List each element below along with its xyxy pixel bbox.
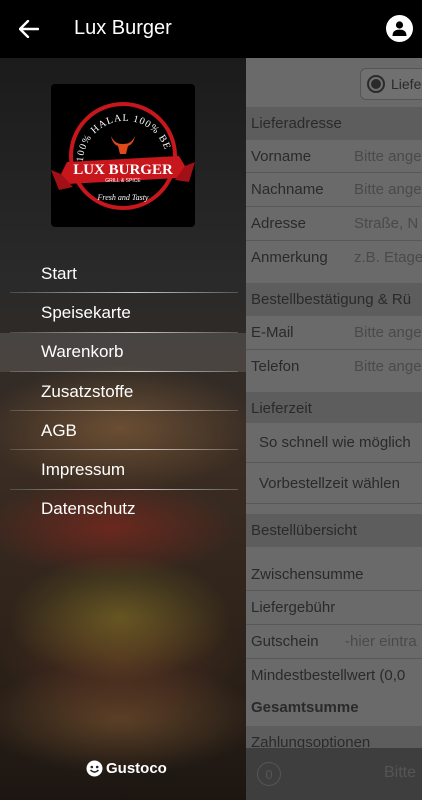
- menu-item-impressum[interactable]: Impressum: [0, 450, 246, 490]
- menu-item-warenkorb[interactable]: Warenkorb: [0, 332, 246, 372]
- lastname-field[interactable]: Nachname Bitte ange: [246, 173, 422, 206]
- bottom-order-bar[interactable]: 0 Bitte: [246, 748, 422, 800]
- voucher-label: Gutschein: [251, 633, 319, 650]
- navigation-drawer: 100% HALAL 100% BEEF LUX BURGER GRILL & …: [0, 58, 246, 800]
- subtotal-row: Zwischensumme: [246, 558, 422, 591]
- minimum-order-label: Mindestbestellwert (0,0: [251, 667, 406, 684]
- lux-burger-logo: 100% HALAL 100% BEEF LUX BURGER GRILL & …: [47, 76, 195, 210]
- minimum-order-row: Mindestbestellwert (0,0: [246, 659, 422, 692]
- drawer-menu: Start Speisekarte Warenkorb Zusatzstoffe…: [0, 254, 246, 529]
- field-label: Nachname: [251, 181, 324, 198]
- account-button[interactable]: [386, 15, 413, 42]
- field-label: Telefon: [251, 358, 300, 375]
- menu-item-datenschutz[interactable]: Datenschutz: [0, 490, 246, 529]
- total-label: Gesamtsumme: [251, 699, 359, 716]
- field-label: Anmerkung: [251, 249, 328, 266]
- svg-text:100% HALAL 100% BEEF: 100% HALAL 100% BEEF: [51, 84, 173, 162]
- back-button[interactable]: [14, 14, 44, 44]
- voucher-field[interactable]: Gutschein -hier eintra: [246, 625, 422, 658]
- checkout-form-dimmed: Liefe Lieferadresse Vorname Bitte ange N…: [246, 58, 422, 800]
- logo-sub: GRILL & SPICE: [105, 178, 141, 184]
- field-placeholder: Straße, N: [354, 215, 419, 232]
- section-title: Lieferzeit: [251, 400, 312, 417]
- address-field[interactable]: Adresse Straße, N: [246, 207, 422, 240]
- section-title: Bestellübersicht: [251, 522, 357, 539]
- menu-item-start[interactable]: Start: [0, 254, 246, 294]
- menu-item-label: AGB: [41, 420, 77, 440]
- menu-item-label: Zusatzstoffe: [41, 381, 134, 401]
- delivery-fee-row: Liefergebühr: [246, 591, 422, 624]
- app-title: Lux Burger: [74, 17, 172, 39]
- field-placeholder: Bitte ange: [354, 324, 422, 341]
- account-icon: [392, 21, 407, 36]
- gustoco-logo-icon: [86, 760, 103, 777]
- menu-item-label: Datenschutz: [41, 499, 136, 519]
- logo-tagline: Fresh and Tasty: [97, 193, 149, 202]
- note-field[interactable]: Anmerkung z.B. Etage: [246, 241, 422, 274]
- time-option-asap[interactable]: So schnell wie möglich: [246, 423, 422, 463]
- firstname-field[interactable]: Vorname Bitte ange: [246, 140, 422, 173]
- cart-count-badge: 0: [257, 762, 281, 786]
- field-label: Vorname: [251, 148, 312, 165]
- time-option-preorder[interactable]: Vorbestellzeit wählen: [246, 464, 422, 504]
- field-placeholder: Bitte ange: [354, 148, 422, 165]
- field-placeholder: Bitte ange: [354, 181, 422, 198]
- section-overview: Bestellübersicht: [246, 514, 422, 547]
- delivery-fee-label: Liefergebühr: [251, 599, 336, 616]
- logo-arc-text: 100% HALAL 100% BEEF: [47, 76, 171, 162]
- bull-icon: [111, 136, 135, 154]
- app-bar: Lux Burger: [0, 0, 422, 58]
- section-title: Bestellbestätigung & Rü: [251, 291, 412, 308]
- section-delivery-time: Lieferzeit: [246, 392, 422, 425]
- brand-label: Gustoco: [106, 760, 167, 777]
- total-row: Gesamtsumme: [246, 691, 422, 724]
- radio-selected-icon: [367, 75, 385, 93]
- restaurant-logo: 100% HALAL 100% BEEF LUX BURGER GRILL & …: [47, 76, 195, 227]
- menu-item-label: Speisekarte: [41, 302, 131, 322]
- menu-item-label: Start: [41, 263, 77, 283]
- section-title: Lieferadresse: [251, 115, 342, 132]
- menu-item-label: Impressum: [41, 460, 126, 480]
- email-field[interactable]: E-Mail Bitte ange: [246, 316, 422, 349]
- arrow-left-icon: [19, 20, 39, 38]
- logo-name: LUX BURGER: [73, 162, 173, 178]
- field-placeholder: z.B. Etage: [354, 249, 422, 266]
- field-placeholder: Bitte ange: [354, 358, 422, 375]
- voucher-placeholder: -hier eintra: [345, 633, 417, 650]
- field-label: Adresse: [251, 215, 307, 232]
- menu-item-agb[interactable]: AGB: [0, 411, 246, 451]
- menu-item-zusatzstoffe[interactable]: Zusatzstoffe: [0, 372, 246, 412]
- menu-item-label: Warenkorb: [41, 342, 124, 362]
- section-delivery-address: Lieferadresse: [246, 107, 422, 140]
- gustoco-brand[interactable]: Gustoco: [86, 760, 167, 777]
- phone-field[interactable]: Telefon Bitte ange: [246, 350, 422, 383]
- field-label: E-Mail: [251, 324, 294, 341]
- menu-item-speisekarte[interactable]: Speisekarte: [0, 293, 246, 333]
- delivery-option-label: Liefe: [391, 76, 422, 92]
- delivery-option-chip[interactable]: Liefe: [360, 68, 422, 100]
- subtotal-label: Zwischensumme: [251, 566, 364, 583]
- order-button-label: Bitte: [384, 764, 417, 781]
- section-confirmation: Bestellbestätigung & Rü: [246, 283, 422, 316]
